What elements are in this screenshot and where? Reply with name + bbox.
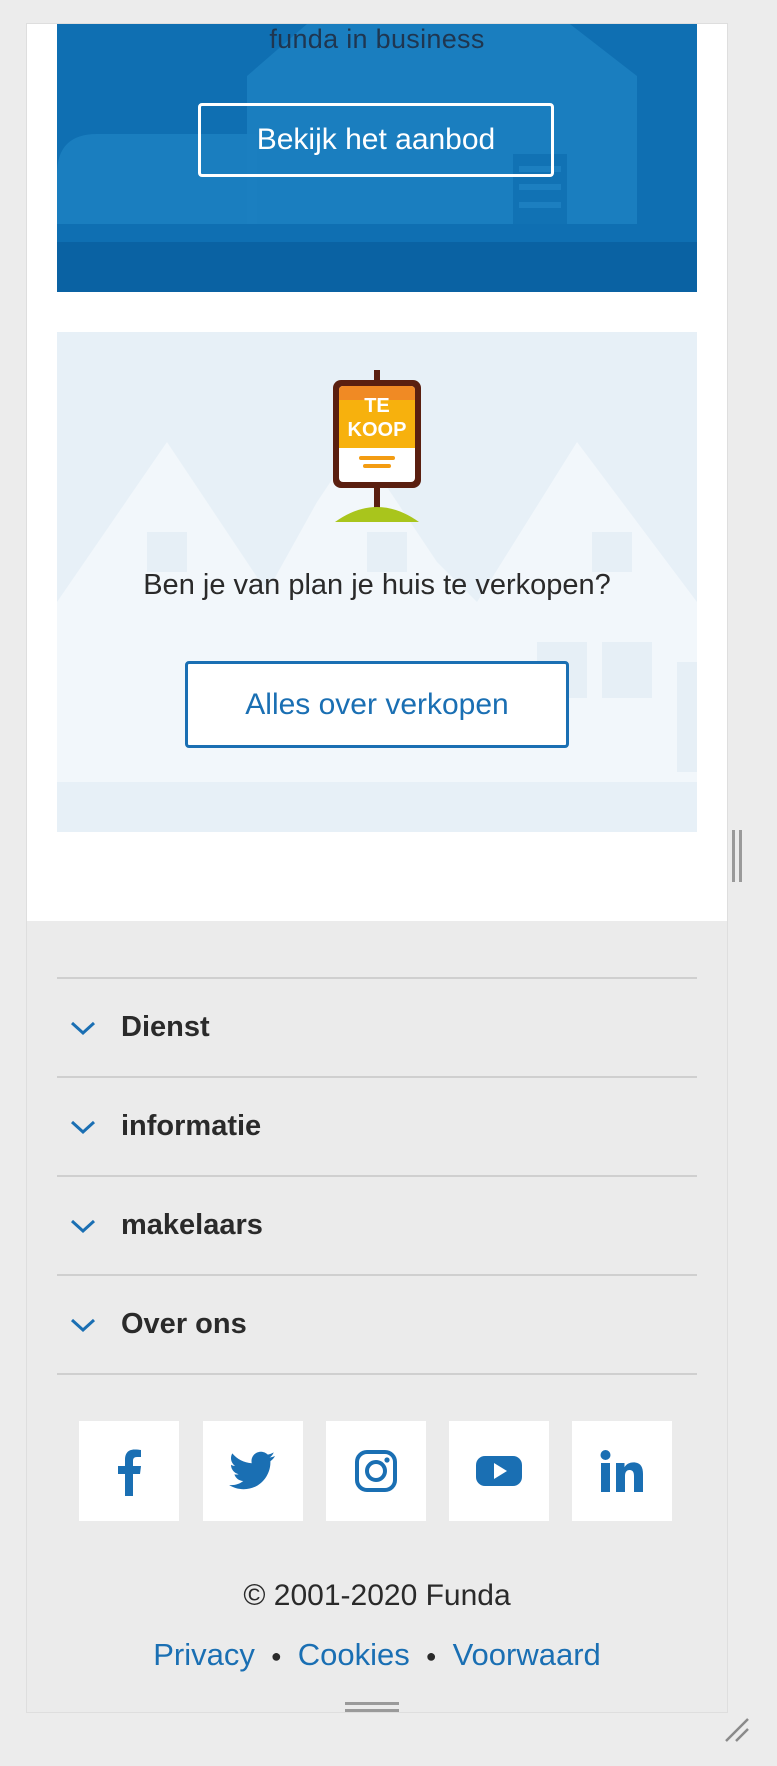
- separator-dot: ●: [270, 1646, 282, 1667]
- facebook-link[interactable]: [79, 1421, 179, 1521]
- chevron-down-icon: [70, 1120, 96, 1134]
- below-page-area: [0, 1745, 777, 1766]
- footer-accordion: Dienst informatie makelaars Over ons: [57, 977, 697, 1375]
- separator-dot: ●: [425, 1646, 437, 1667]
- accordion-label: Over ons: [121, 1308, 247, 1340]
- card-bottom-band: [57, 242, 697, 292]
- linkedin-icon: [600, 1450, 643, 1492]
- legal-links: Privacy ● Cookies ● Voorwaard: [27, 1637, 727, 1673]
- facebook-icon: [118, 1449, 141, 1496]
- sell-promo-card: TE KOOP Ben je van plan je huis te verko…: [57, 332, 697, 832]
- for-sale-sign-icon: TE KOOP: [333, 370, 421, 522]
- youtube-link[interactable]: [449, 1421, 549, 1521]
- resize-grip-icon[interactable]: [722, 1715, 750, 1743]
- business-promo-card: funda in business Bekijk het aanbod: [57, 24, 697, 292]
- page-viewport[interactable]: funda in business Bekijk het aanbod TE K…: [26, 23, 728, 1713]
- twitter-icon: [229, 1451, 275, 1490]
- business-tagline: funda in business: [269, 24, 485, 54]
- bottom-resize-handle[interactable]: [345, 1700, 399, 1714]
- terms-link[interactable]: Voorwaard: [453, 1637, 601, 1672]
- accordion-item-over-ons[interactable]: Over ons: [57, 1276, 697, 1375]
- accordion-item-makelaars[interactable]: makelaars: [57, 1177, 697, 1276]
- youtube-icon: [476, 1456, 522, 1486]
- chevron-down-icon: [70, 1021, 96, 1035]
- sell-question: Ben je van plan je huis te verkopen?: [143, 569, 611, 601]
- instagram-icon: [355, 1450, 397, 1492]
- all-about-selling-button[interactable]: Alles over verkopen: [185, 661, 569, 748]
- privacy-link[interactable]: Privacy: [153, 1637, 255, 1672]
- twitter-link[interactable]: [203, 1421, 303, 1521]
- instagram-link[interactable]: [326, 1421, 426, 1521]
- sign-text-te: TE: [364, 395, 390, 417]
- accordion-label: Dienst: [121, 1011, 210, 1043]
- view-offer-button[interactable]: Bekijk het aanbod: [198, 103, 554, 177]
- cookies-link[interactable]: Cookies: [298, 1637, 410, 1672]
- copyright-text: © 2001-2020 Funda: [243, 1579, 511, 1612]
- accordion-label: informatie: [121, 1110, 262, 1142]
- linkedin-link[interactable]: [572, 1421, 672, 1521]
- accordion-label: makelaars: [121, 1209, 263, 1241]
- chevron-down-icon: [70, 1318, 96, 1332]
- accordion-item-informatie[interactable]: informatie: [57, 1078, 697, 1177]
- footer: Dienst informatie makelaars Over ons © 2…: [27, 921, 727, 1712]
- chevron-down-icon: [70, 1219, 96, 1233]
- social-links: [79, 1421, 689, 1521]
- sign-text-koop: KOOP: [348, 419, 407, 441]
- side-resize-handle[interactable]: [730, 830, 744, 882]
- accordion-item-dienst[interactable]: Dienst: [57, 979, 697, 1078]
